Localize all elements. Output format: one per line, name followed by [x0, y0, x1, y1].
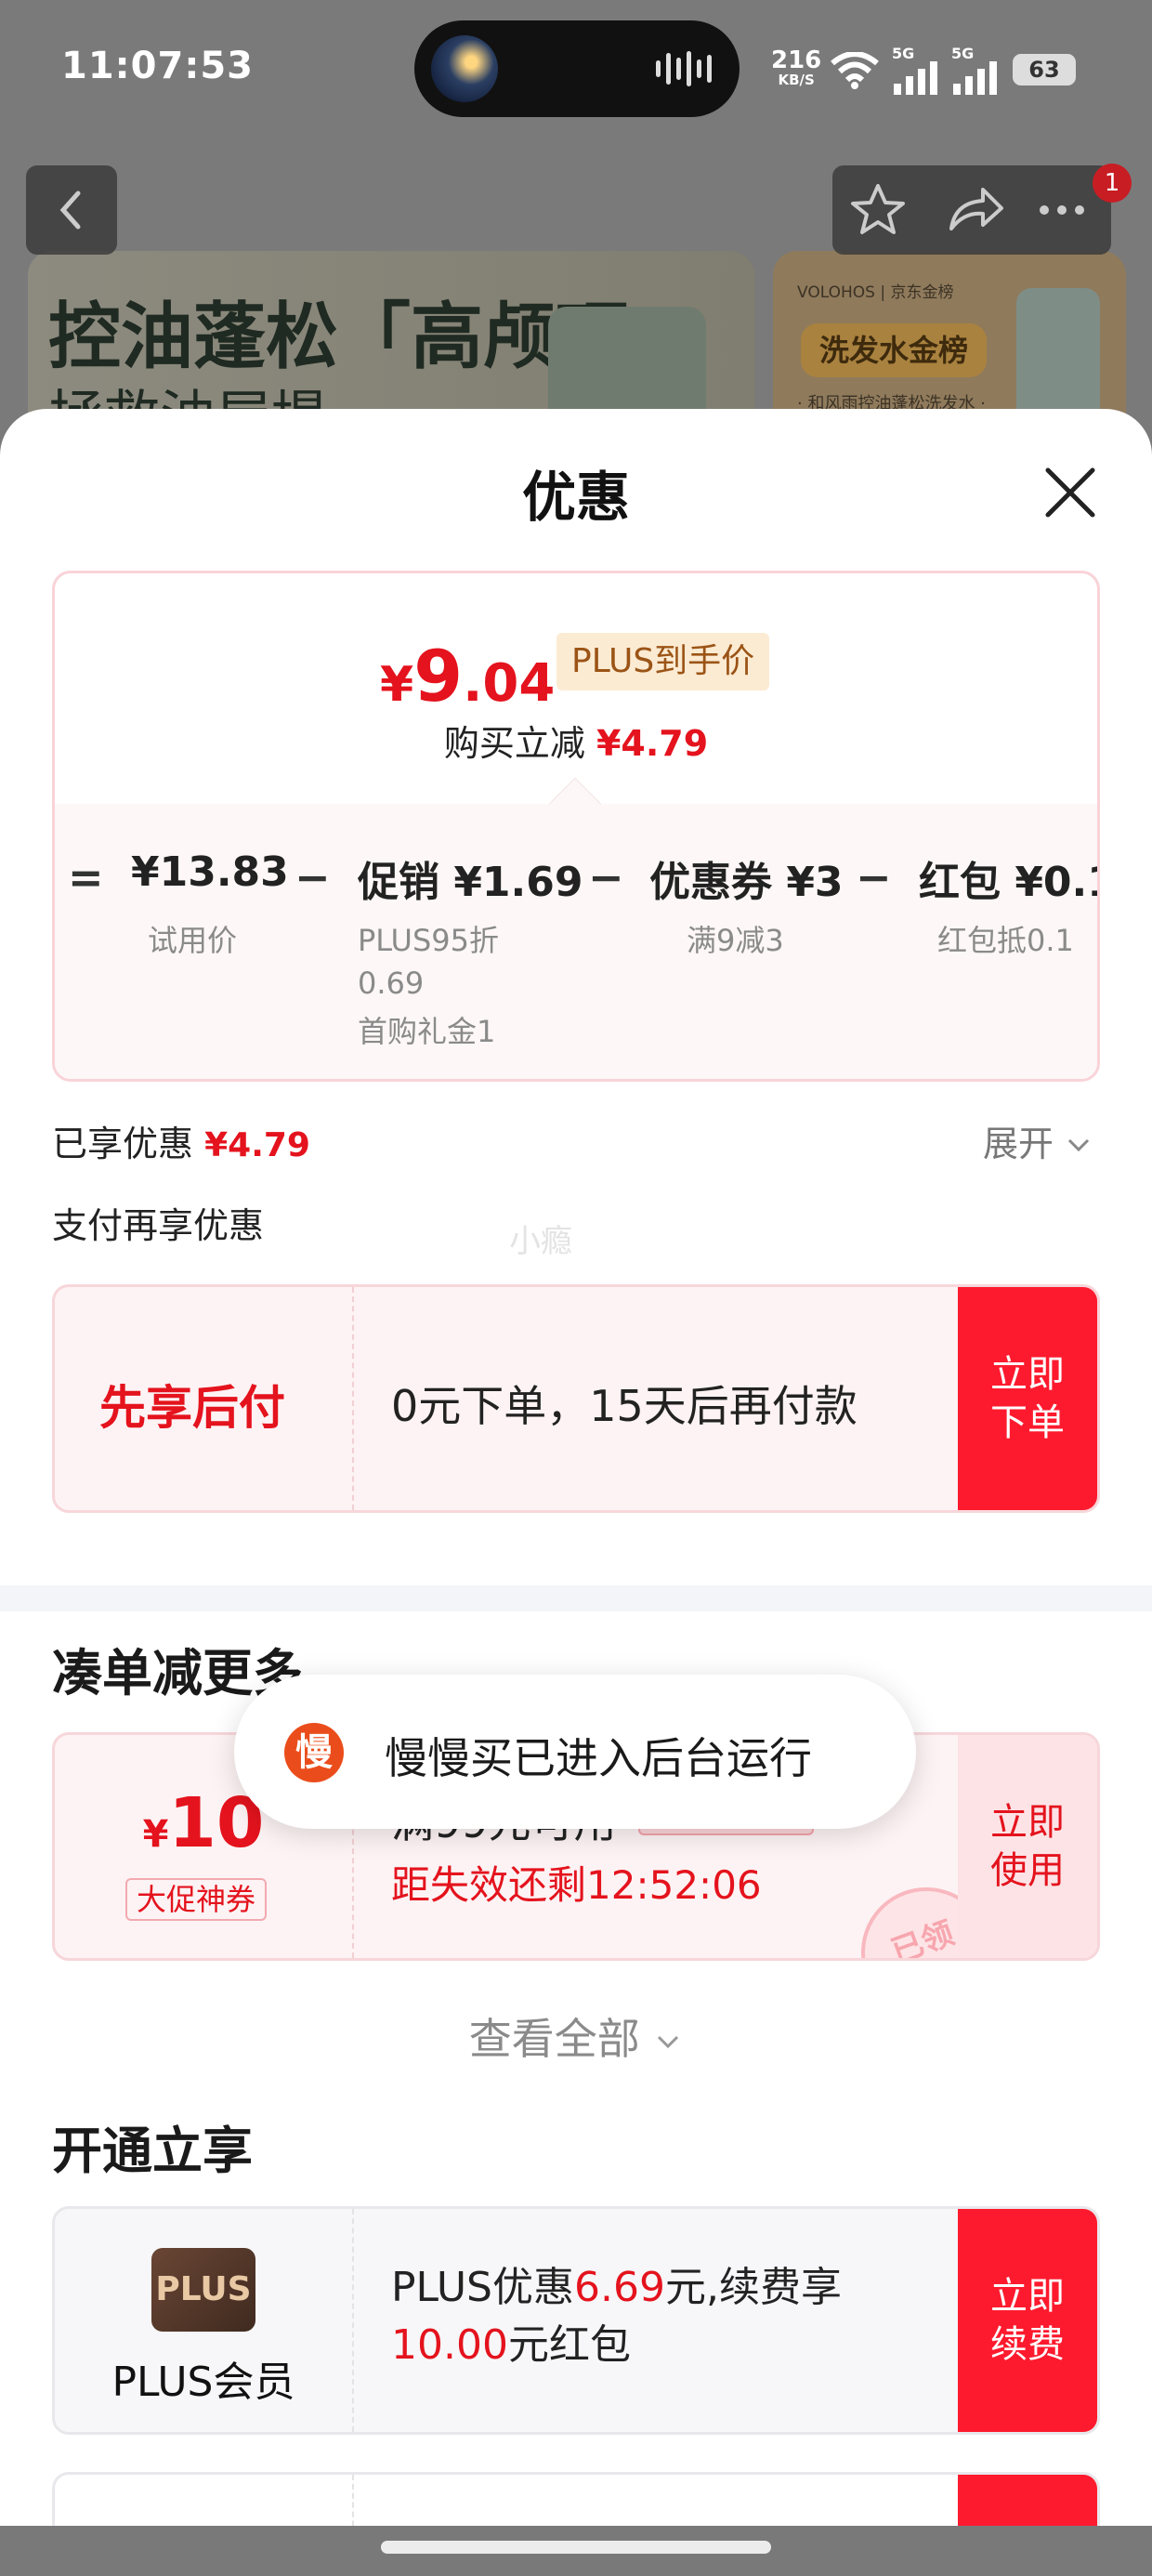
wifi-icon: [831, 52, 879, 89]
cell-signal-1-icon: 5G: [892, 46, 940, 99]
final-price-integer: 9: [413, 635, 464, 717]
watermark: 小瘾: [509, 1223, 572, 1260]
promo-value: 促销 ¥1.69: [358, 859, 583, 906]
plus-desc-a: PLUS优惠: [391, 2264, 574, 2311]
status-time: 11:07:53: [61, 45, 254, 87]
enjoyed-value: ¥4.79: [204, 1126, 310, 1164]
plus-price-tag: PLUS到手价: [556, 633, 770, 690]
instant-cut-label: 购买立减: [443, 723, 585, 764]
pay-later-card[interactable]: 先享后付 0元下单，15天后再付款 立即下单: [52, 1284, 1100, 1513]
equals-sign: =: [68, 852, 104, 902]
plus-desc-e: 元红包: [507, 2321, 631, 2369]
network-speed-unit: KB/S: [778, 72, 815, 88]
banner-right-tag: 洗发水金榜: [801, 323, 987, 377]
redpack-sub: 红包抵0.1: [937, 923, 1074, 958]
battery-icon: 63: [1013, 54, 1076, 85]
coupon-sub: 满9减3: [687, 923, 784, 958]
plus-member-card[interactable]: PLUS PLUS会员 PLUS优惠6.69元,续费享 10.00元红包 立即续…: [52, 2206, 1100, 2435]
chevron-down-icon: [1068, 1138, 1090, 1152]
instant-cut-row: 购买立减 ¥4.79: [55, 715, 1097, 766]
enjoyed-label: 已享优惠: [52, 1124, 194, 1164]
pay-later-desc: 0元下单，15天后再付款: [391, 1381, 857, 1431]
signal-2-label: 5G: [951, 45, 975, 62]
plus-logo-icon: PLUS: [151, 2248, 255, 2332]
top-actions-bar: [832, 165, 1111, 255]
status-bar: 11:07:53 216 KB/S 5G 5G 63: [0, 0, 1152, 139]
trial-price-value: ¥13.83: [131, 848, 289, 896]
use-now-button[interactable]: 立即使用: [958, 1735, 1097, 1958]
close-icon[interactable]: [1035, 457, 1106, 528]
section-divider: [0, 1585, 1152, 1611]
view-all-link[interactable]: 查看全部: [0, 2005, 1152, 2067]
final-price-decimal: .04: [463, 653, 556, 714]
instant-cut-value: ¥4.79: [596, 723, 709, 764]
coupon-value: 优惠券 ¥3: [649, 859, 844, 906]
enjoyed-discount-row: 已享优惠 ¥4.79: [52, 1115, 310, 1166]
expand-toggle[interactable]: 展开: [983, 1115, 1093, 1166]
network-speed: 216 KB/S: [771, 48, 821, 87]
renew-label: 立即续费: [990, 2275, 1065, 2366]
final-price: ¥9.04: [380, 635, 555, 717]
banner-right-brand: VOLOHOS | 京东金榜: [797, 283, 954, 302]
plus-name: PLUS会员: [111, 2359, 295, 2406]
plus-left: PLUS PLUS会员: [55, 2209, 354, 2432]
plus-desc-b: 6.69: [574, 2264, 665, 2311]
music-artwork-icon: [431, 35, 498, 102]
background-running-toast: 慢 慢慢买已进入后台运行: [234, 1675, 916, 1829]
plus-section-title: 开通立享: [52, 2122, 253, 2180]
share-icon[interactable]: [942, 182, 1007, 238]
promo-sub-gift: 首购礼金1: [358, 1014, 496, 1049]
cell-signal-2-icon: 5G: [951, 46, 1000, 99]
notification-badge: 1: [1093, 164, 1132, 203]
discount-bottom-sheet: 优惠 ¥9.04 PLUS到手价 购买立减 ¥4.79 = ¥13.83 试用价…: [0, 409, 1152, 2576]
signal-1-label: 5G: [892, 45, 915, 62]
plus-desc-c: 元,续费享: [664, 2264, 842, 2311]
pay-more-label: 支付再享优惠: [52, 1205, 265, 1246]
background-product-page: 控油蓬松「高颅顶」 拯救油屋塌 VOLOHOS | 京东金榜 洗发水金榜 · 和…: [0, 139, 1152, 493]
redpack-value: 红包 ¥0.1: [919, 859, 1100, 906]
network-speed-value: 216: [771, 46, 822, 74]
coupon-tag: 大促神券: [125, 1878, 268, 1921]
trial-price-label: 试用价: [148, 923, 238, 958]
dynamic-island[interactable]: [414, 20, 740, 117]
more-icon[interactable]: [1029, 182, 1094, 238]
minus-sign: −: [295, 852, 331, 902]
chevron-down-icon: [658, 2035, 679, 2049]
back-button[interactable]: [26, 165, 117, 255]
order-now-label: 立即下单: [990, 1353, 1065, 1444]
app-logo-icon: 慢: [284, 1723, 344, 1782]
star-icon[interactable]: [845, 182, 910, 238]
promo-sub-plus: PLUS95折: [358, 923, 499, 958]
home-indicator[interactable]: [381, 2541, 771, 2554]
sheet-title: 优惠: [521, 466, 630, 529]
pay-later-title: 先享后付: [99, 1381, 285, 1435]
toast-text: 慢慢买已进入后台运行: [385, 1733, 812, 1783]
view-all-label: 查看全部: [468, 2014, 640, 2064]
coupon-currency: ¥: [142, 1813, 169, 1856]
use-now-label: 立即使用: [990, 1801, 1065, 1892]
chevron-left-icon: [59, 191, 81, 230]
order-now-button[interactable]: 立即下单: [958, 1287, 1097, 1510]
minus-sign: −: [588, 852, 624, 902]
plus-desc: PLUS优惠6.69元,续费享 10.00元红包: [391, 2259, 842, 2374]
pay-later-left: 先享后付: [55, 1287, 354, 1510]
plus-desc-d: 10.00: [391, 2321, 508, 2369]
expand-label: 展开: [983, 1124, 1054, 1164]
coupon-countdown: 距失效还剩12:52:06: [391, 1862, 762, 1908]
promo-sub-amount: 0.69: [358, 966, 425, 1001]
final-price-currency: ¥: [380, 657, 414, 713]
price-breakdown-card: ¥9.04 PLUS到手价 购买立减 ¥4.79 = ¥13.83 试用价 − …: [52, 571, 1100, 1082]
audio-wave-icon: [656, 50, 712, 87]
renew-button[interactable]: 立即续费: [958, 2209, 1097, 2432]
minus-sign: −: [856, 852, 892, 902]
